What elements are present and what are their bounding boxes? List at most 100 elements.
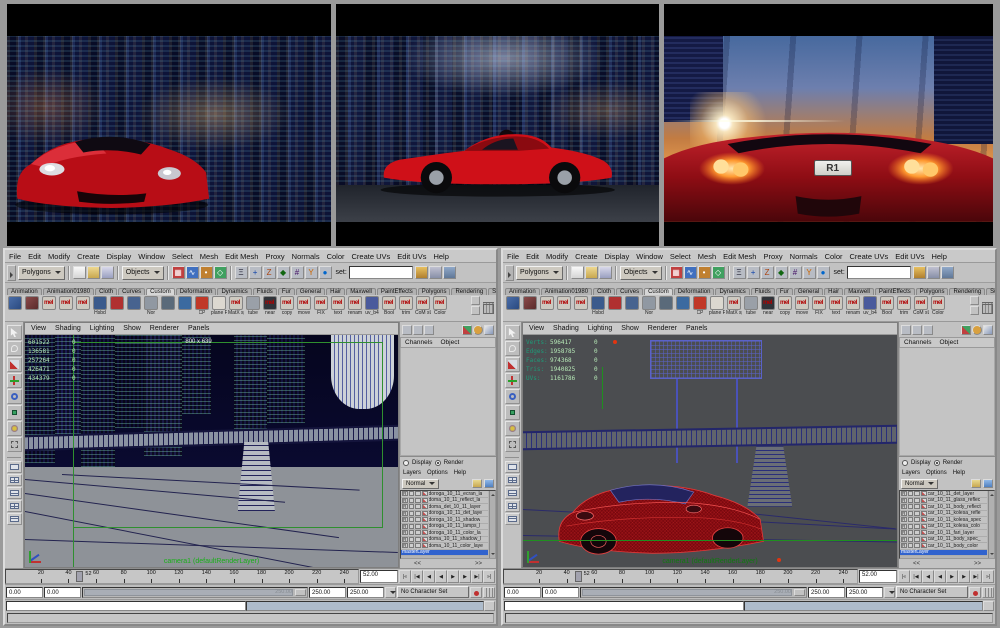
panel-menu-item[interactable]: Show bbox=[123, 325, 141, 332]
playback-button[interactable]: ▶ bbox=[946, 570, 958, 583]
visibility-toggle[interactable] bbox=[908, 511, 914, 516]
shelf-joystick-icon[interactable] bbox=[126, 296, 142, 320]
add-icon[interactable]: + bbox=[249, 266, 262, 279]
shelf-scroll[interactable] bbox=[970, 296, 979, 320]
layer-swatch-icon[interactable] bbox=[921, 491, 927, 496]
toolbar-toggle-icon[interactable] bbox=[402, 325, 412, 335]
shelf-joystick-icon[interactable] bbox=[624, 296, 640, 320]
menu-item[interactable]: Edit bbox=[28, 252, 41, 261]
selection-mask-selector[interactable]: Objects bbox=[122, 266, 164, 280]
shelf-tab[interactable]: PaintEffects bbox=[377, 288, 417, 295]
menu-item[interactable]: Create bbox=[575, 252, 598, 261]
panel-menu-item[interactable]: Panels bbox=[686, 325, 707, 332]
renderable-toggle[interactable]: R bbox=[402, 498, 408, 503]
shelf-tab[interactable]: Curves bbox=[616, 288, 643, 295]
playback-button[interactable]: ◀ bbox=[922, 570, 934, 583]
layer-swatch-icon[interactable] bbox=[422, 511, 428, 516]
selection-mask-selector[interactable]: Objects bbox=[620, 266, 662, 280]
shelf-bool-icon[interactable]: mel Bool bbox=[381, 296, 397, 320]
render-current-frame-icon[interactable] bbox=[913, 266, 926, 279]
new-layer-icon[interactable] bbox=[971, 479, 981, 488]
playback-toggle[interactable] bbox=[914, 524, 920, 529]
layer-menu-item[interactable]: Options bbox=[926, 470, 947, 476]
renderable-toggle[interactable]: R bbox=[901, 537, 907, 542]
renderable-toggle[interactable]: R bbox=[402, 491, 408, 496]
attribute-editor-icon[interactable] bbox=[413, 325, 423, 335]
render-radio[interactable] bbox=[435, 460, 441, 466]
shelf-magnet-icon[interactable] bbox=[109, 296, 125, 320]
layer-swatch-icon[interactable] bbox=[921, 517, 927, 522]
shelf-mel-icon[interactable]: mel bbox=[75, 296, 91, 320]
new-render-layer-icon[interactable] bbox=[484, 479, 494, 488]
shelf-move-icon[interactable]: mel move bbox=[296, 296, 312, 320]
open-scene-icon[interactable] bbox=[585, 266, 598, 279]
shelf-tab[interactable]: Subdivs bbox=[488, 288, 496, 295]
channel-menu-item[interactable]: Channels bbox=[405, 339, 432, 346]
shelf-tab[interactable]: Maxwell bbox=[844, 288, 874, 295]
panel-menu-item[interactable]: Renderer bbox=[150, 325, 179, 332]
shelf-scroll[interactable] bbox=[471, 296, 480, 320]
visibility-toggle[interactable] bbox=[908, 530, 914, 535]
shelf-near-icon[interactable]: mel near bbox=[262, 296, 278, 320]
shelf-tube-icon[interactable]: tube bbox=[743, 296, 759, 320]
playback-toggle[interactable] bbox=[914, 543, 920, 548]
playback-button[interactable]: ▶| bbox=[471, 570, 483, 583]
renderable-toggle[interactable]: R bbox=[402, 504, 408, 509]
playback-toggle[interactable] bbox=[415, 504, 421, 509]
range-bar[interactable] bbox=[582, 589, 792, 596]
shelf-nor-icon[interactable]: Nor bbox=[641, 296, 657, 320]
shelf-copy-icon[interactable]: mel copy bbox=[279, 296, 295, 320]
render-current-frame-icon[interactable] bbox=[415, 266, 428, 279]
panel-menu-item[interactable]: View bbox=[31, 325, 46, 332]
scale-tool[interactable] bbox=[505, 405, 520, 420]
shelf-tab[interactable]: Deformation bbox=[176, 288, 217, 295]
shelf-move-icon[interactable]: mel move bbox=[794, 296, 810, 320]
panel-menu-item[interactable]: Shading bbox=[55, 325, 81, 332]
script-editor-button[interactable] bbox=[484, 601, 495, 611]
save-scene-icon[interactable] bbox=[101, 266, 114, 279]
shelf-tab[interactable]: Maxwell bbox=[346, 288, 376, 295]
menu-item[interactable]: Color bbox=[825, 252, 843, 261]
shelf-tab[interactable]: General bbox=[794, 288, 823, 295]
renderable-toggle[interactable]: R bbox=[901, 524, 907, 529]
menu-item[interactable]: Help bbox=[931, 252, 946, 261]
visibility-toggle[interactable] bbox=[908, 517, 914, 522]
channel-menu-item[interactable]: Channels bbox=[904, 339, 931, 346]
playback-button[interactable]: ◀ bbox=[423, 570, 435, 583]
pan-right-button[interactable]: >> bbox=[974, 561, 981, 567]
visibility-toggle[interactable] bbox=[409, 530, 415, 535]
visibility-toggle[interactable] bbox=[908, 491, 914, 496]
renderable-toggle[interactable]: R bbox=[901, 511, 907, 516]
layer-swatch-icon[interactable] bbox=[422, 537, 428, 542]
layer-blend-mode[interactable]: Normal bbox=[901, 479, 938, 489]
shelf-trim-icon[interactable]: mel trim bbox=[896, 296, 912, 320]
playback-toggle[interactable] bbox=[415, 537, 421, 542]
shelf-near-icon[interactable]: mel near bbox=[760, 296, 776, 320]
speed-icon[interactable] bbox=[972, 325, 982, 335]
shelf-tab[interactable]: Subdivs bbox=[986, 288, 995, 295]
shelf-tab[interactable]: Cloth bbox=[593, 288, 615, 295]
layer-menu-item[interactable]: Options bbox=[427, 470, 448, 476]
menu-item[interactable]: Proxy bbox=[763, 252, 782, 261]
visibility-toggle[interactable] bbox=[908, 543, 914, 548]
open-scene-icon[interactable] bbox=[87, 266, 100, 279]
playback-toggle[interactable] bbox=[415, 498, 421, 503]
layer-swatch-icon[interactable] bbox=[921, 537, 927, 542]
shelf-tab[interactable]: Deformation bbox=[674, 288, 715, 295]
character-menu-button[interactable] bbox=[884, 587, 895, 598]
menu-item[interactable]: Create UVs bbox=[850, 252, 889, 261]
shelf-tab[interactable]: Animation01980 bbox=[541, 288, 592, 295]
pan-right-button[interactable]: >> bbox=[475, 561, 482, 567]
shelf-mel-icon[interactable]: mel bbox=[58, 296, 74, 320]
shelf-cp-icon[interactable]: CP bbox=[692, 296, 708, 320]
sidebar-toggle[interactable] bbox=[505, 265, 514, 281]
shelf-cp-icon[interactable]: CP bbox=[194, 296, 210, 320]
shelf-shell-icon[interactable] bbox=[675, 296, 691, 320]
menu-item[interactable]: Select bbox=[670, 252, 691, 261]
channel-color-icon[interactable] bbox=[961, 325, 971, 335]
lasso-select-tool[interactable] bbox=[505, 341, 520, 356]
playback-toggle[interactable] bbox=[914, 491, 920, 496]
playhead[interactable] bbox=[575, 571, 582, 582]
layer-swatch-icon[interactable] bbox=[422, 491, 428, 496]
layer-blend-mode[interactable]: Normal bbox=[402, 479, 439, 489]
